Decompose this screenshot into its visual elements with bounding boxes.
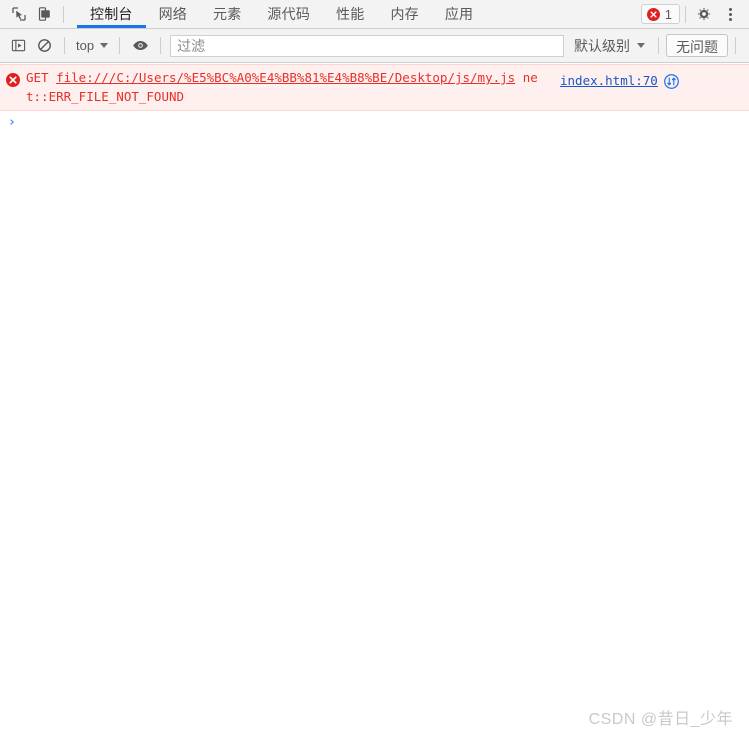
- log-level-selector[interactable]: 默认级别: [568, 36, 651, 56]
- tab-performance[interactable]: 性能: [323, 0, 377, 28]
- tab-application[interactable]: 应用: [432, 0, 486, 28]
- network-request-icon[interactable]: [663, 73, 680, 93]
- error-circle-icon: [646, 7, 660, 21]
- tab-sources[interactable]: 源代码: [254, 0, 323, 28]
- tab-console[interactable]: 控制台: [77, 0, 146, 28]
- log-level-label: 默认级别: [574, 37, 630, 54]
- console-sidebar-icon[interactable]: [5, 33, 31, 59]
- error-count-badge[interactable]: 1: [640, 4, 680, 24]
- source-link[interactable]: index.html:70: [560, 71, 658, 90]
- tab-application-label: 应用: [444, 6, 474, 22]
- tab-network-label: 网络: [158, 6, 188, 22]
- issues-button[interactable]: 无问题: [666, 34, 728, 57]
- panel-tabs: 控制台 网络 元素 源代码 性能 内存 应用: [77, 0, 486, 28]
- console-error-message[interactable]: GET file:///C:/Users/%E5%BC%A0%E4%BB%81%…: [0, 64, 749, 111]
- chevron-down-icon: [637, 43, 645, 48]
- console-toolbar-divider-3: [160, 37, 162, 54]
- devtools-tabbar: 控制台 网络 元素 源代码 性能 内存 应用 1: [0, 0, 749, 29]
- console-toolbar-divider-1: [64, 37, 65, 54]
- device-toolbar-icon[interactable]: [32, 1, 58, 27]
- tab-memory[interactable]: 内存: [377, 0, 431, 28]
- clear-console-icon[interactable]: [31, 33, 57, 59]
- tabbar-divider: [685, 5, 686, 23]
- more-vertical-icon[interactable]: [717, 1, 743, 27]
- tab-elements[interactable]: 元素: [200, 0, 254, 28]
- execution-context-label: top: [76, 38, 95, 53]
- csdn-watermark: CSDN @昔日_少年: [588, 711, 733, 728]
- tab-console-label: 控制台: [90, 6, 133, 22]
- inspect-element-icon[interactable]: [6, 1, 32, 27]
- tabbar-actions: 1: [640, 0, 749, 28]
- execution-context-selector[interactable]: top: [72, 38, 112, 53]
- console-toolbar-divider-5: [735, 37, 736, 54]
- toolbar-divider: [63, 5, 64, 23]
- eye-icon[interactable]: [127, 33, 153, 59]
- prompt-caret-icon: ›: [8, 115, 16, 130]
- error-method: GET: [26, 70, 57, 85]
- console-toolbar: top 默认级别 无问题: [0, 29, 749, 63]
- filter-input[interactable]: [170, 34, 564, 57]
- tab-sources-label: 源代码: [267, 6, 311, 22]
- tab-elements-label: 元素: [213, 6, 242, 22]
- error-circle-icon: [6, 72, 20, 87]
- console-prompt[interactable]: ›: [0, 111, 749, 139]
- error-url-link[interactable]: file:///C:/Users/%E5%BC%A0%E4%BB%81%E4%B…: [56, 70, 515, 85]
- tab-performance-label: 性能: [336, 6, 365, 22]
- gear-icon[interactable]: [691, 1, 717, 27]
- error-message-text: GET file:///C:/Users/%E5%BC%A0%E4%BB%81%…: [26, 68, 560, 106]
- more-dots: [728, 7, 732, 21]
- console-message-area: GET file:///C:/Users/%E5%BC%A0%E4%BB%81%…: [0, 64, 749, 737]
- console-toolbar-divider-2: [119, 37, 121, 54]
- error-count-label: 1: [664, 6, 672, 22]
- tab-network[interactable]: 网络: [146, 0, 200, 28]
- console-prompt-input[interactable]: [16, 115, 743, 131]
- tabbar-tools: [0, 0, 73, 28]
- console-toolbar-divider-4: [658, 37, 659, 54]
- tab-memory-label: 内存: [390, 6, 419, 22]
- error-message-source: index.html:70: [560, 71, 683, 93]
- chevron-down-icon: [100, 43, 109, 48]
